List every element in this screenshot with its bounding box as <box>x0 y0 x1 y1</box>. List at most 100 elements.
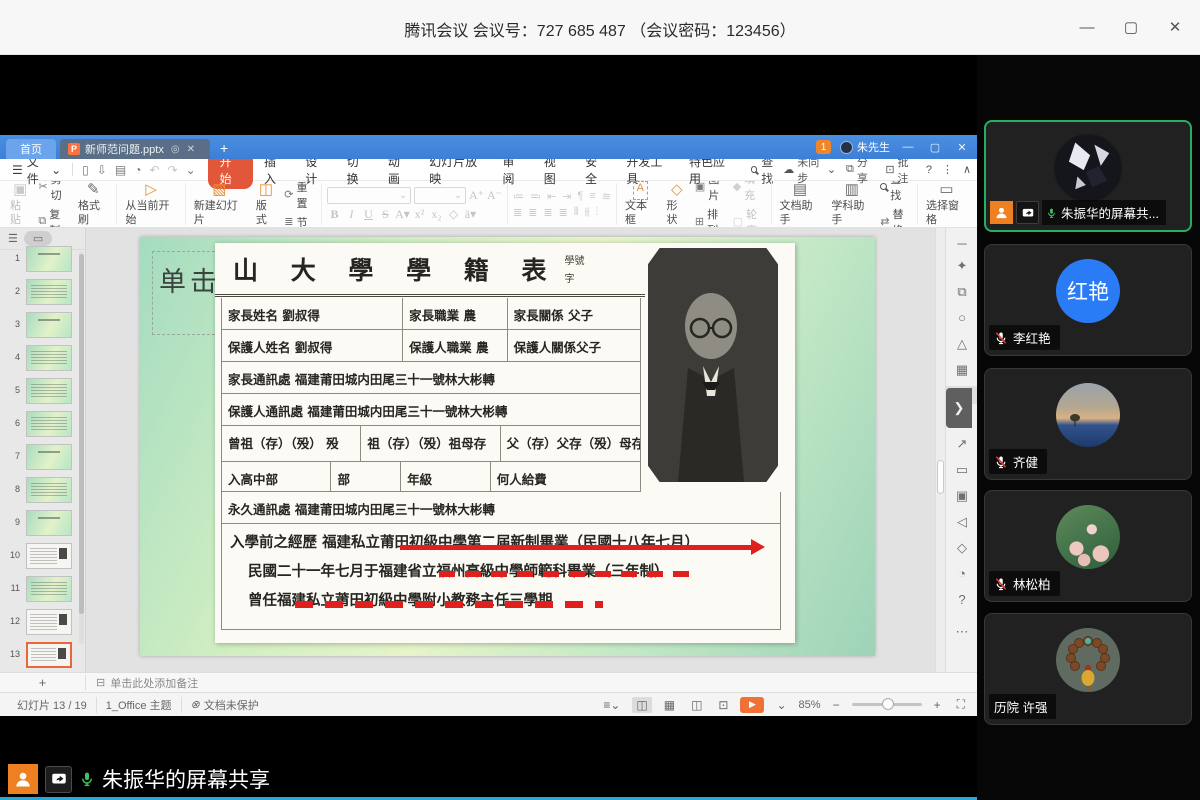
underline-button[interactable]: U <box>361 207 376 222</box>
subject-helper-button[interactable]: 学科助手 <box>828 181 875 227</box>
participant-tile[interactable]: 朱振华的屏幕共... <box>984 120 1192 232</box>
redo-icon[interactable] <box>164 163 182 177</box>
layout-button[interactable]: 版式 <box>253 181 279 227</box>
decrease-font-icon[interactable]: A⁻ <box>487 188 502 203</box>
play-from-current-button[interactable]: 从当前开始 <box>122 181 179 227</box>
sorter-view-icon[interactable]: ▦ <box>660 697 679 713</box>
audio-tool-icon[interactable]: ◁ <box>946 514 978 530</box>
cut-button[interactable]: 剪切 <box>38 181 70 203</box>
outline-button[interactable]: 轮廓 <box>733 206 766 229</box>
new-slide-button[interactable]: 新建幻灯片 <box>191 181 248 227</box>
help-tool-icon[interactable]: ? <box>946 592 978 607</box>
wps-home-tab[interactable]: 首页 <box>6 139 56 159</box>
reset-button[interactable]: 重置 <box>284 181 316 211</box>
arrange-button[interactable]: 排列 <box>695 206 728 229</box>
account-widget[interactable]: 朱先生 <box>840 139 890 155</box>
columns-icon[interactable]: ≋ <box>602 190 611 203</box>
collapse-ribbon-icon[interactable] <box>963 163 971 176</box>
notes-toggle-icon[interactable]: ≡⌄ <box>599 697 624 713</box>
add-slide-button[interactable]: + <box>0 675 86 690</box>
participant-tile[interactable]: 历院 许强 <box>984 613 1192 725</box>
align-top-icon[interactable]: ⫵ <box>584 206 589 219</box>
picture-button[interactable]: 图片 <box>695 181 728 203</box>
indent-icon[interactable]: ⇥ <box>562 190 571 203</box>
slide-thumbnail[interactable]: 6 <box>0 411 80 437</box>
image-tool-icon[interactable]: ▣ <box>946 488 978 504</box>
format-painter-button[interactable]: 格式刷 <box>75 181 112 227</box>
tab-close-icon[interactable]: ✕ <box>187 144 195 155</box>
frame-tool-icon[interactable]: ▭ <box>946 462 978 478</box>
distribute-icon[interactable]: ⫴ <box>574 206 579 219</box>
line-spacing-icon[interactable]: ≡ <box>589 190 595 203</box>
more-tools-icon[interactable]: ⋯ <box>946 624 978 640</box>
output-icon[interactable] <box>93 163 111 177</box>
panel-scrollbar[interactable] <box>79 252 84 644</box>
slideshow-play-button[interactable]: ▶ <box>740 697 764 713</box>
slide-thumbnail[interactable]: 10 <box>0 543 80 569</box>
increase-font-icon[interactable]: A⁺ <box>469 188 484 203</box>
paste-button[interactable]: 粘贴 <box>7 181 33 227</box>
slide-thumbnail[interactable]: 7 <box>0 444 80 470</box>
smart-features-icon[interactable]: ✦ <box>946 258 978 274</box>
registry-document-image[interactable]: 山 大 學 學 籍 表 學號 字 <box>215 243 795 643</box>
participant-tile[interactable]: 红艳 李红艳 <box>984 244 1192 356</box>
fill-button[interactable]: 填充 <box>733 181 766 203</box>
canvas-scrollbar-thumb[interactable] <box>937 460 944 494</box>
reading-view-icon[interactable]: ⊡ <box>714 697 732 713</box>
more-icon[interactable] <box>942 163 953 176</box>
replace-button[interactable]: 替换 <box>880 206 912 229</box>
bold-button[interactable]: B <box>327 207 342 222</box>
expand-pane-tab[interactable]: ❯ <box>946 388 972 428</box>
slide-thumbnail[interactable]: 2 <box>0 279 80 305</box>
outdent-icon[interactable]: ⇤ <box>547 190 556 203</box>
participant-tile[interactable]: 齐健 <box>984 368 1192 480</box>
zoom-in-icon[interactable]: + <box>930 697 945 713</box>
help-icon[interactable] <box>926 164 932 176</box>
bullet-list-icon[interactable]: ≔ <box>513 190 524 203</box>
textbox-button[interactable]: 文本框 <box>622 181 659 227</box>
print-icon[interactable] <box>111 163 130 177</box>
slide-thumbnail[interactable]: 3 <box>0 312 80 338</box>
export-tool-icon[interactable]: ↗ <box>946 436 978 452</box>
subscript-button[interactable]: x₂ <box>429 207 444 222</box>
slide-thumbnail[interactable]: 4 <box>0 345 80 371</box>
font-size-select[interactable]: ⌄ <box>414 187 466 204</box>
protection-status[interactable]: ⊗文档未保护 <box>182 697 268 713</box>
fit-slide-icon[interactable]: ⛶ <box>953 696 969 713</box>
slide-thumbnail[interactable]: 9 <box>0 510 80 536</box>
shapes-tool-icon[interactable]: ○ <box>946 310 978 325</box>
panel-scrollbar-thumb[interactable] <box>79 254 84 614</box>
text-direction-icon[interactable]: ¶ <box>577 190 583 203</box>
slide-thumbnail[interactable]: 5 <box>0 378 80 404</box>
quickbar-dropdown-icon[interactable] <box>182 163 200 177</box>
clear-format-button[interactable]: ◇ <box>446 207 461 222</box>
font-family-select[interactable]: ⌄ <box>327 187 411 204</box>
find-button[interactable]: 查找 <box>880 181 912 203</box>
section-button[interactable]: 节 <box>284 214 316 229</box>
copy-button[interactable]: 复制 <box>38 206 70 229</box>
wps-close-button[interactable] <box>953 141 971 154</box>
align-left-icon[interactable]: ≣ <box>513 206 522 219</box>
phonetic-button[interactable]: ä▾ <box>463 207 478 222</box>
doc-helper-button[interactable]: 文档助手 <box>777 181 824 227</box>
slide-thumbnail[interactable]: 1 <box>0 246 80 272</box>
theme-name[interactable]: 1_Office 主题 <box>97 697 182 713</box>
close-button[interactable] <box>1160 14 1190 40</box>
plugin-tool-icon[interactable]: ◇ <box>946 540 978 556</box>
wps-minimize-button[interactable] <box>899 141 917 153</box>
tab-pin-icon[interactable]: ◎ <box>171 144 180 155</box>
split-view-icon[interactable]: ◫ <box>687 697 706 713</box>
new-tab-button[interactable]: + <box>220 140 228 156</box>
superscript-button[interactable]: x² <box>412 207 427 222</box>
duplicate-slide-icon[interactable]: ⧉ <box>946 284 978 300</box>
zoom-slider[interactable] <box>852 703 922 706</box>
slide-thumbnail-selected[interactable]: 13 <box>0 642 80 668</box>
history-tool-icon[interactable]: ◔ <box>946 566 978 581</box>
italic-button[interactable]: I <box>344 207 359 222</box>
notification-badge[interactable]: 1 <box>816 140 831 154</box>
slide-thumbnail[interactable]: 11 <box>0 576 80 602</box>
font-color-button[interactable]: A▾ <box>395 207 410 222</box>
print-preview-icon[interactable] <box>130 163 145 177</box>
strikethrough-button[interactable]: S <box>378 207 393 222</box>
minimize-button[interactable] <box>1072 14 1102 40</box>
